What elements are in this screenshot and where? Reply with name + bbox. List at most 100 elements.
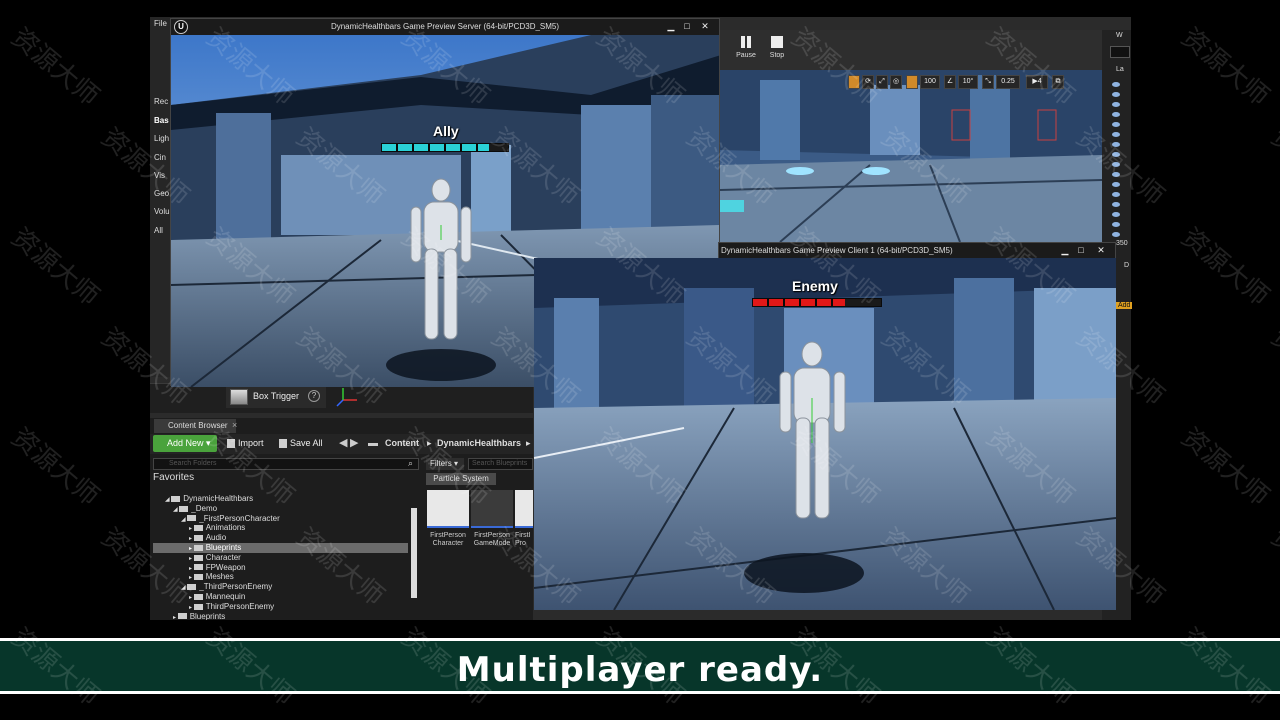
visibility-eye-icon[interactable] — [1112, 142, 1120, 147]
forward-arrow-icon[interactable]: ▶ — [350, 435, 358, 452]
mode-tab[interactable]: Ligh — [154, 134, 169, 143]
folder-icon — [193, 525, 203, 532]
mode-tab[interactable]: Bas — [154, 116, 169, 125]
scale-tool-icon[interactable]: ⤢ — [876, 75, 888, 89]
visibility-eye-icon[interactable] — [1112, 222, 1120, 227]
close-icon[interactable]: ✕ — [1095, 245, 1107, 256]
scale-snap-value[interactable]: 0.25 — [996, 75, 1020, 89]
translate-tool-icon[interactable] — [848, 75, 860, 89]
folder-tree-item[interactable]: ◢ DynamicHealthbars — [153, 494, 408, 504]
folder-icon[interactable]: ▬ — [368, 435, 378, 452]
visibility-eye-icon[interactable] — [1112, 102, 1120, 107]
mode-tab[interactable]: Geo — [154, 189, 169, 198]
mode-tab[interactable]: Vis — [154, 171, 165, 180]
mode-tab[interactable]: Cin — [154, 153, 166, 162]
import-button[interactable]: Import — [226, 435, 264, 452]
watermark-mark: 资源大师 — [1266, 522, 1280, 612]
title-bar[interactable]: DynamicHealthbars Game Preview Client 1 … — [719, 243, 1115, 259]
folder-label: Animations — [205, 523, 246, 533]
visibility-eye-icon[interactable] — [1112, 82, 1120, 87]
visibility-eye-icon[interactable] — [1112, 192, 1120, 197]
add-component-button[interactable]: Add — [1116, 302, 1133, 309]
visibility-eye-icon[interactable] — [1112, 202, 1120, 207]
outliner-search[interactable] — [1110, 46, 1130, 58]
client-game-view[interactable]: Enemy — [534, 258, 1116, 610]
folder-tree-item[interactable]: ▸ Character — [153, 553, 408, 563]
level-viewport[interactable]: ⟳ ⤢ ◎ 100 ∠ 10° ⤡ 0.25 ▶4 ⧉ — [720, 70, 1102, 242]
search-assets-input[interactable]: Search Blueprints — [468, 458, 533, 470]
breadcrumb-arrow[interactable]: ▸ — [526, 435, 531, 452]
grid-snap-icon[interactable] — [906, 75, 918, 89]
camera-speed-icon[interactable]: ▶4 — [1026, 75, 1048, 89]
visibility-eye-icon[interactable] — [1112, 122, 1120, 127]
add-new-button[interactable]: Add New ▾ — [153, 435, 217, 452]
maximize-icon[interactable]: □ — [1075, 245, 1087, 256]
filters-button[interactable]: Filters ▾ — [426, 458, 464, 470]
mode-tab[interactable]: All — [154, 226, 163, 235]
close-icon[interactable]: ✕ — [699, 21, 711, 32]
mode-tab[interactable]: Volu — [154, 207, 170, 216]
breadcrumb-content[interactable]: Content — [385, 435, 419, 452]
tab-content-browser[interactable]: Content Browser — [154, 419, 236, 433]
folder-tree-item[interactable]: ◢ _Demo — [153, 504, 408, 514]
filter-chip-particle-system[interactable]: Particle System — [426, 473, 496, 485]
visibility-eye-icon[interactable] — [1112, 232, 1120, 237]
search-icon[interactable]: ⌕ — [408, 458, 413, 469]
search-folders-input[interactable]: Search Folders — [153, 458, 419, 470]
visibility-eye-icon[interactable] — [1112, 212, 1120, 217]
visibility-eye-icon[interactable] — [1112, 132, 1120, 137]
minimize-icon[interactable]: ▁ — [1059, 245, 1071, 256]
asset-tile[interactable]: FirstPerson GameMode — [471, 490, 513, 550]
watermark-mark: 资源大师 — [6, 422, 105, 512]
window-title: DynamicHealthbars Game Preview Client 1 … — [721, 246, 953, 255]
client-scene-art — [534, 258, 1116, 610]
folder-tree-item[interactable]: ▸ Blueprints — [153, 612, 408, 620]
pause-button[interactable]: Pause — [732, 35, 760, 59]
back-arrow-icon[interactable]: ◀ — [339, 435, 347, 452]
minimize-icon[interactable]: ▁ — [665, 21, 677, 32]
folder-label: DynamicHealthbars — [183, 494, 254, 503]
rotate-tool-icon[interactable]: ⟳ — [862, 75, 874, 89]
watermark-mark: 资源大师 — [1266, 322, 1280, 412]
folder-tree-item[interactable]: ▸ FPWeapon — [153, 563, 408, 573]
help-icon[interactable]: ? — [308, 390, 320, 402]
close-icon[interactable]: × — [232, 420, 237, 430]
breadcrumb-separator: ▸ — [427, 438, 432, 448]
stop-button[interactable]: Stop — [763, 35, 791, 59]
scale-snap-icon[interactable]: ⤡ — [982, 75, 994, 89]
save-all-button[interactable]: Save All — [278, 435, 323, 452]
folder-tree-item[interactable]: ▸ Audio — [153, 533, 408, 543]
visibility-eye-icon[interactable] — [1112, 152, 1120, 157]
visibility-eye-icon[interactable] — [1112, 172, 1120, 177]
title-bar[interactable]: U DynamicHealthbars Game Preview Server … — [171, 19, 719, 35]
box-trigger-item[interactable]: Box Trigger ? — [226, 386, 326, 408]
visibility-eye-icon[interactable] — [1112, 112, 1120, 117]
folder-tree-item[interactable]: ▸ ThirdPersonEnemy — [153, 602, 408, 612]
outliner-tab-label: W — [1116, 32, 1123, 39]
breadcrumb-dynamichealthbars[interactable]: DynamicHealthbars — [437, 435, 521, 452]
maximize-viewport-icon[interactable]: ⧉ — [1052, 75, 1064, 89]
grid-snap-value[interactable]: 100 — [920, 75, 940, 89]
world-space-icon[interactable]: ◎ — [890, 75, 902, 89]
visibility-eye-icon[interactable] — [1112, 92, 1120, 97]
folder-tree-item[interactable]: ▸ Mannequin — [153, 592, 408, 602]
favorites-header[interactable]: Favorites — [153, 472, 194, 483]
visibility-eye-icon[interactable] — [1112, 182, 1120, 187]
folder-tree-item[interactable]: ▸ Blueprints — [153, 543, 408, 553]
folder-tree-item[interactable]: ◢ _FirstPersonCharacter — [153, 514, 408, 524]
maximize-icon[interactable]: □ — [681, 21, 693, 32]
rotation-snap-icon[interactable]: ∠ — [944, 75, 956, 89]
folder-label: _FirstPersonCharacter — [199, 513, 280, 523]
visibility-eye-icon[interactable] — [1112, 162, 1120, 167]
folder-tree-item[interactable]: ▸ Meshes — [153, 572, 408, 582]
tree-scrollbar[interactable] — [411, 508, 417, 598]
folder-tree-item[interactable]: ◢ _ThirdPersonEnemy — [153, 582, 408, 592]
rotation-snap-value[interactable]: 10° — [958, 75, 978, 89]
asset-tile[interactable]: FirstI Pro — [515, 490, 533, 550]
outliner-column-label: La — [1116, 66, 1124, 73]
menu-file[interactable]: File — [154, 19, 167, 28]
asset-tile[interactable]: FirstPerson Character — [427, 490, 469, 550]
import-icon — [227, 439, 235, 448]
folder-tree-item[interactable]: ▸ Animations — [153, 523, 408, 533]
mode-tab[interactable]: Rec — [154, 97, 168, 106]
